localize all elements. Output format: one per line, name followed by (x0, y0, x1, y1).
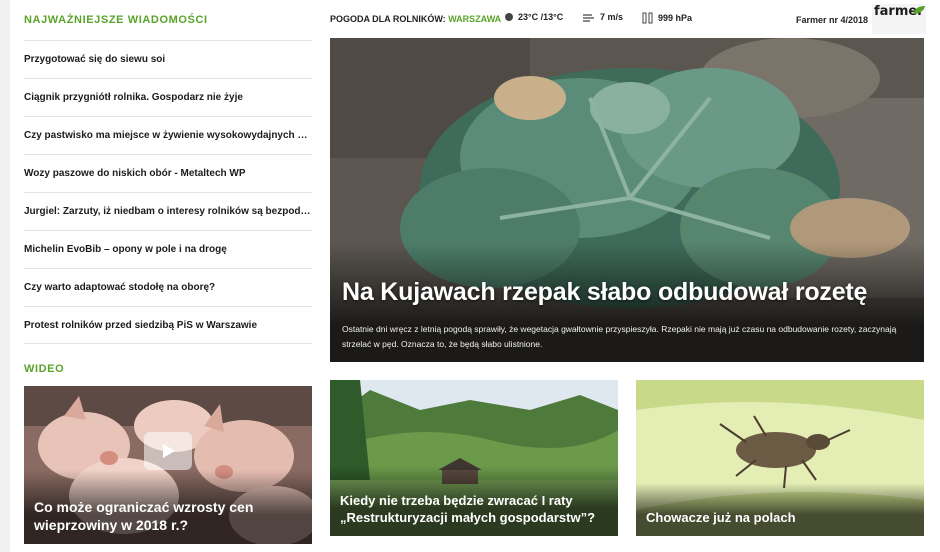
wind-value: 7 m/s (600, 12, 624, 22)
list-item: Przygotować się do siewu soi (24, 40, 312, 78)
page-left-edge (0, 0, 10, 552)
article-caption: Kiedy nie trzeba będzie zwracać I raty „… (330, 466, 618, 536)
news-link[interactable]: Wozy paszowe do niskich obór - Metaltech… (24, 168, 246, 179)
hero-title[interactable]: Na Kujawach rzepak słabo odbudował rozet… (342, 278, 867, 307)
news-link[interactable]: Ciągnik przygniótł rolnika. Gospodarz ni… (24, 92, 243, 103)
news-link[interactable]: Protest rolników przed siedzibą PiS w Wa… (24, 320, 257, 331)
temperature-readout: 23°C /13°C (504, 12, 563, 22)
wind-readout: 7 m/s (582, 12, 623, 22)
news-link[interactable]: Przygotować się do siewu soi (24, 54, 165, 65)
top-news-list: Przygotować się do siewu soi Ciągnik prz… (24, 40, 312, 344)
list-item: Ciągnik przygniótł rolnika. Gospodarz ni… (24, 78, 312, 116)
news-link[interactable]: Jurgiel: Zarzuty, iż niedbam o interesy … (24, 206, 312, 217)
news-link[interactable]: Michelin EvoBib – opony w pole i na drog… (24, 244, 227, 255)
video-card[interactable]: Co może ograniczać wzrosty cen wieprzowi… (24, 386, 312, 544)
list-item: Michelin EvoBib – opony w pole i na drog… (24, 230, 312, 268)
hero-lead: Ostatnie dni wręcz z letnią pogodą spraw… (342, 324, 897, 349)
play-icon (163, 444, 175, 458)
list-item: Protest rolników przed siedzibą PiS w Wa… (24, 306, 312, 344)
play-button[interactable] (144, 432, 192, 470)
weather-label: POGODA DLA ROLNIKÓW: (330, 14, 446, 24)
video-heading: WIDEO (24, 363, 65, 375)
list-item: Wozy paszowe do niskich obór - Metaltech… (24, 154, 312, 192)
farmer-issue-link[interactable]: Farmer nr 4/2018 (796, 15, 868, 25)
leaf-icon (913, 6, 925, 14)
list-item: Czy pastwisko ma miejsce w żywienie wyso… (24, 116, 312, 154)
pressure-value: 999 hPa (658, 13, 693, 23)
weather-widget[interactable]: POGODA DLA ROLNIKÓW: WARSZAWA (330, 14, 501, 24)
article-caption: Chowacze już na polach (636, 483, 924, 536)
farmer-logo[interactable]: farmer (872, 4, 926, 34)
hero-article[interactable]: Na Kujawach rzepak słabo odbudował rozet… (330, 38, 924, 362)
list-item: Jurgiel: Zarzuty, iż niedbam o interesy … (24, 192, 312, 230)
news-link[interactable]: Czy warto adaptować stodołę na oborę? (24, 282, 215, 293)
wind-icon (583, 14, 594, 22)
weather-sun-icon (505, 13, 513, 21)
top-bar: POGODA DLA ROLNIKÓW: WARSZAWA 23°C /13°C… (330, 4, 930, 34)
news-link[interactable]: Czy pastwisko ma miejsce w żywienie wyso… (24, 130, 312, 141)
weather-city: WARSZAWA (448, 14, 502, 24)
pressure-readout: 999 hPa (642, 12, 692, 24)
list-item: Czy warto adaptować stodołę na oborę? (24, 268, 312, 306)
video-caption: Co może ograniczać wzrosty cen wieprzowi… (24, 470, 312, 544)
top-news-heading: NAJWAŻNIEJSZE WIADOMOŚCI (24, 14, 208, 26)
article-card-restructuring[interactable]: Kiedy nie trzeba będzie zwracać I raty „… (330, 380, 618, 536)
article-card-weevils[interactable]: Chowacze już na polach (636, 380, 924, 536)
temperature-value: 23°C /13°C (518, 12, 564, 22)
pressure-icon (642, 12, 653, 24)
